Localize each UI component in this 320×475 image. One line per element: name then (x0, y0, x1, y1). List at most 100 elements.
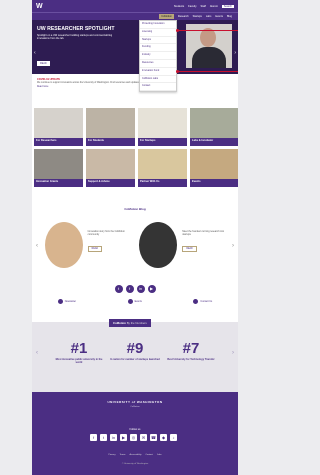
quick-link[interactable]: Newsletter (57, 299, 76, 304)
blog-title: CoMotion Blog (124, 207, 146, 211)
annotation-line (177, 30, 238, 31)
chevron-right-icon[interactable]: › (232, 243, 234, 249)
tile-label: Events (190, 179, 238, 187)
hero-prev-icon[interactable]: ‹ (34, 50, 36, 56)
stats-section: CoMotion By the Numbers ‹ #1 Most innova… (32, 319, 238, 392)
chevron-left-icon[interactable]: ‹ (36, 350, 38, 356)
footer-link[interactable]: Terms (120, 454, 126, 456)
top-link[interactable]: Faculty (188, 5, 196, 8)
footer-university-name: UNIVERSITY of WASHINGTON (107, 400, 163, 404)
stat-item: #1 Most innovative public university in … (52, 340, 106, 364)
footer-link[interactable]: Contact (145, 454, 153, 456)
hero-next-icon[interactable]: › (234, 50, 236, 56)
search-button[interactable]: Search (221, 4, 234, 8)
tile-card[interactable]: For Researchers (34, 108, 83, 146)
quick-link-label: Events (134, 300, 142, 303)
chevron-left-icon[interactable]: ‹ (36, 243, 38, 249)
mail-icon[interactable]: ✉ (140, 434, 147, 441)
stat-caption: In nation for number of startups launche… (110, 358, 160, 361)
nav-item[interactable]: Research (178, 15, 189, 18)
dropdown-item[interactable]: Industry (140, 52, 176, 60)
nav-item-active[interactable]: CoMotion (159, 14, 174, 19)
footer-link[interactable]: Privacy (108, 454, 115, 456)
blog-card[interactable]: Innovation story from the CoMotion commu… (43, 218, 133, 274)
twitter-icon[interactable]: t (100, 434, 107, 441)
nav-item[interactable]: Labs (206, 15, 211, 18)
dropdown-item[interactable]: CoMotion Labs (140, 76, 176, 84)
alert-more-link[interactable]: Read more (37, 86, 233, 89)
blog-read-button[interactable]: READ (87, 246, 103, 252)
nav-dropdown-menu: Protecting Innovation Licensing Startups… (139, 20, 177, 93)
stat-caption: Most innovative public university in the… (55, 358, 103, 364)
footer-social-icons: f t in ▶ ◎ ✉ ☎ ◆ ♪ (90, 434, 177, 441)
dot-icon (57, 299, 63, 304)
annotation-dot (176, 29, 179, 32)
dropdown-item[interactable]: Funding (140, 44, 176, 53)
facebook-icon[interactable]: f (90, 434, 97, 441)
footer-link[interactable]: Jobs (157, 454, 162, 456)
annotation-line (177, 71, 238, 72)
tile-card[interactable]: Events (190, 149, 238, 187)
linkedin-icon[interactable]: in (136, 285, 145, 293)
top-link[interactable]: Staff (201, 5, 206, 8)
top-link[interactable]: Alumni (210, 5, 218, 8)
music-icon[interactable]: ♪ (170, 434, 177, 441)
tile-label: For Startups (138, 138, 187, 146)
footer-links: Privacy Terms Accessibility Contact Jobs (32, 454, 238, 456)
footer-link[interactable]: Accessibility (130, 454, 142, 456)
twitter-icon[interactable]: t (114, 285, 123, 293)
blog-read-button[interactable]: READ (182, 246, 197, 252)
dropdown-item[interactable]: Innovation Fund (140, 68, 176, 76)
stats-badge: CoMotion By the Numbers (109, 319, 151, 327)
footer-follow-label: Follow us (129, 428, 141, 431)
page: W Students Faculty Staff Alumni Search C… (32, 0, 238, 475)
dropdown-item[interactable]: Licensing (140, 29, 176, 37)
tile-label: Support & Advice (86, 179, 135, 187)
footer-subtitle: CoMotion (130, 406, 140, 408)
nav-item[interactable]: Blog (227, 15, 232, 18)
tile-card[interactable]: Labs & Incubator (190, 108, 238, 146)
alert-heading: COVID-19 UPDATE (37, 78, 61, 81)
linkedin-icon[interactable]: in (110, 434, 117, 441)
top-links: Students Faculty Staff Alumni Search (174, 4, 234, 8)
facebook-icon[interactable]: f (125, 285, 134, 293)
dropdown-item[interactable]: Resources (140, 60, 176, 68)
tile-card[interactable]: Innovation Grants (34, 149, 83, 187)
dropdown-item[interactable]: Protecting Innovation (140, 21, 176, 29)
tile-card[interactable]: For Startups (138, 108, 187, 146)
hero-spotlight: UW RESEARCHER SPOTLIGHT Spotlight on a U… (32, 20, 238, 74)
tile-label: Labs & Incubator (190, 138, 238, 146)
person-face (200, 28, 216, 47)
blog-photo (44, 222, 83, 268)
youtube-icon[interactable]: ▶ (147, 285, 156, 293)
dropdown-item[interactable]: Startups (140, 37, 176, 45)
nav-item[interactable]: Startups (193, 15, 202, 18)
top-link[interactable]: Students (174, 5, 184, 8)
quick-link[interactable]: Contact Us (193, 299, 212, 304)
quick-link-label: Contact Us (200, 300, 213, 303)
hero-body: Spotlight on a UW researcher building st… (37, 34, 113, 40)
stat-number: #7 (182, 340, 200, 357)
dropdown-item[interactable]: Contact (140, 83, 176, 92)
blog-card[interactable]: Meet the founders turning research into … (137, 218, 227, 274)
stat-item: #9 In nation for number of startups laun… (108, 340, 162, 361)
alert-banner: COVID-19 UPDATE We continue to support i… (32, 74, 238, 104)
diamond-icon[interactable]: ◆ (160, 434, 167, 441)
stat-number: #9 (126, 340, 144, 357)
youtube-icon[interactable]: ▶ (120, 434, 127, 441)
tile-card[interactable]: Partner With Us (138, 149, 187, 187)
dot-icon (193, 299, 199, 304)
blog-carousel: ‹ Innovation story from the CoMotion com… (32, 216, 238, 276)
tile-card[interactable]: Support & Advice (86, 149, 135, 187)
tile-card[interactable]: For Students (86, 108, 135, 146)
phone-icon[interactable]: ☎ (150, 434, 157, 441)
badge-main: CoMotion (113, 321, 126, 325)
social-icons: t f in ▶ (32, 285, 238, 293)
nav-item[interactable]: Events (215, 15, 223, 18)
quick-link[interactable]: Events (127, 299, 142, 304)
uw-logo[interactable]: W (36, 3, 43, 10)
instagram-icon[interactable]: ◎ (130, 434, 137, 441)
hero-read-button[interactable]: READ (37, 61, 50, 66)
chevron-right-icon[interactable]: › (232, 350, 234, 356)
audience-tiles: For Researchers For Students For Startup… (32, 108, 238, 187)
